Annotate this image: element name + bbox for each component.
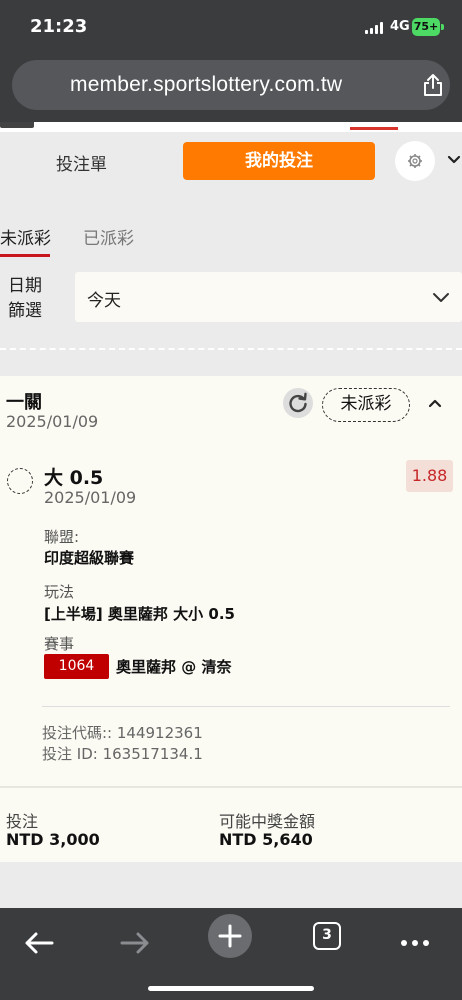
selection-status-circle [7,468,33,494]
selection-date: 2025/01/09 [44,488,137,507]
bet-card: 一關 2025/01/09 未派彩 大 0.5 2025/01/09 1.88 … [0,376,462,862]
payout-value: NTD 5,640 [219,830,313,849]
chevron-down-icon [433,293,449,302]
more-dots-icon[interactable] [390,918,440,968]
url-text[interactable]: member.sportslottery.com.tw [70,73,342,97]
event-name: 奧里薩邦 @ 清奈 [116,658,232,676]
divider [42,706,450,707]
bet-id: 投注 ID: 163517134.1 [42,745,203,763]
refresh-icon [289,392,307,413]
web-page: 投注單 我的投注 未派彩 已派彩 日期 篩選 今天 一關 2025/01/09 … [0,122,462,908]
stake-value: NTD 3,000 [6,830,100,849]
event-id-badge: 1064 [44,654,109,679]
date-filter-select[interactable]: 今天 [75,272,462,322]
cutoff-accent [350,127,398,130]
browser-toolbar: 3 [0,908,462,1000]
bet-code: 投注代碼:: 144912361 [42,724,203,742]
page-top-strip [0,122,462,132]
gear-icon [408,154,422,168]
chevron-down-icon[interactable] [446,152,462,168]
league-value: 印度超級聯賽 [44,549,135,567]
forward-arrow-icon[interactable] [110,918,160,968]
battery-icon: 75+ [412,18,440,36]
network-type: 4G [390,19,410,34]
odds-badge: 1.88 [406,460,453,492]
share-icon[interactable] [420,72,446,98]
plus-icon [218,924,242,948]
signal-icon [365,22,385,34]
date-filter-value: 今天 [87,291,121,311]
tab-my-bets[interactable]: 我的投注 [183,142,375,180]
divider [0,786,462,788]
refresh-button[interactable] [283,388,313,418]
chevron-up-icon[interactable] [426,394,444,412]
league-label: 聯盟: [44,528,80,546]
tab-bet-slip[interactable]: 投注單 [56,150,107,175]
date-filter-label: 日期 篩選 [8,274,42,324]
tabs-button[interactable]: 3 [313,922,341,950]
home-indicator[interactable] [148,986,314,991]
settings-button[interactable] [395,141,435,181]
tab-paid[interactable]: 已派彩 [83,224,134,249]
settlement-tabs: 未派彩 已派彩 [0,218,462,258]
payout-label: 可能中獎金額 [219,812,316,831]
address-bar[interactable]: member.sportslottery.com.tw [12,60,450,110]
stake-label: 投注 [6,812,39,831]
market-label: 玩法 [44,583,75,601]
status-badge: 未派彩 [322,388,410,422]
bet-date: 2025/01/09 [6,412,99,431]
tab-unpaid[interactable]: 未派彩 [0,224,51,249]
active-tab-underline [0,254,50,257]
date-filter-label-line1: 日期 [8,276,42,296]
market-value: [上半場] 奧里薩邦 大小 0.5 [44,605,235,623]
divider-dashed [0,348,462,350]
status-time: 21:23 [30,16,88,37]
date-filter-label-line2: 篩選 [8,301,42,321]
selection-name: 大 0.5 [44,467,104,489]
bet-tabs: 投注單 我的投注 [0,136,462,186]
back-arrow-icon[interactable] [14,918,64,968]
status-bar: 21:23 4G 75+ [0,0,462,56]
bet-type: 一關 [6,392,42,413]
cutoff-text [0,122,34,128]
event-label: 賽事 [44,635,75,653]
battery-cap [441,24,444,30]
new-tab-button[interactable] [208,914,252,958]
